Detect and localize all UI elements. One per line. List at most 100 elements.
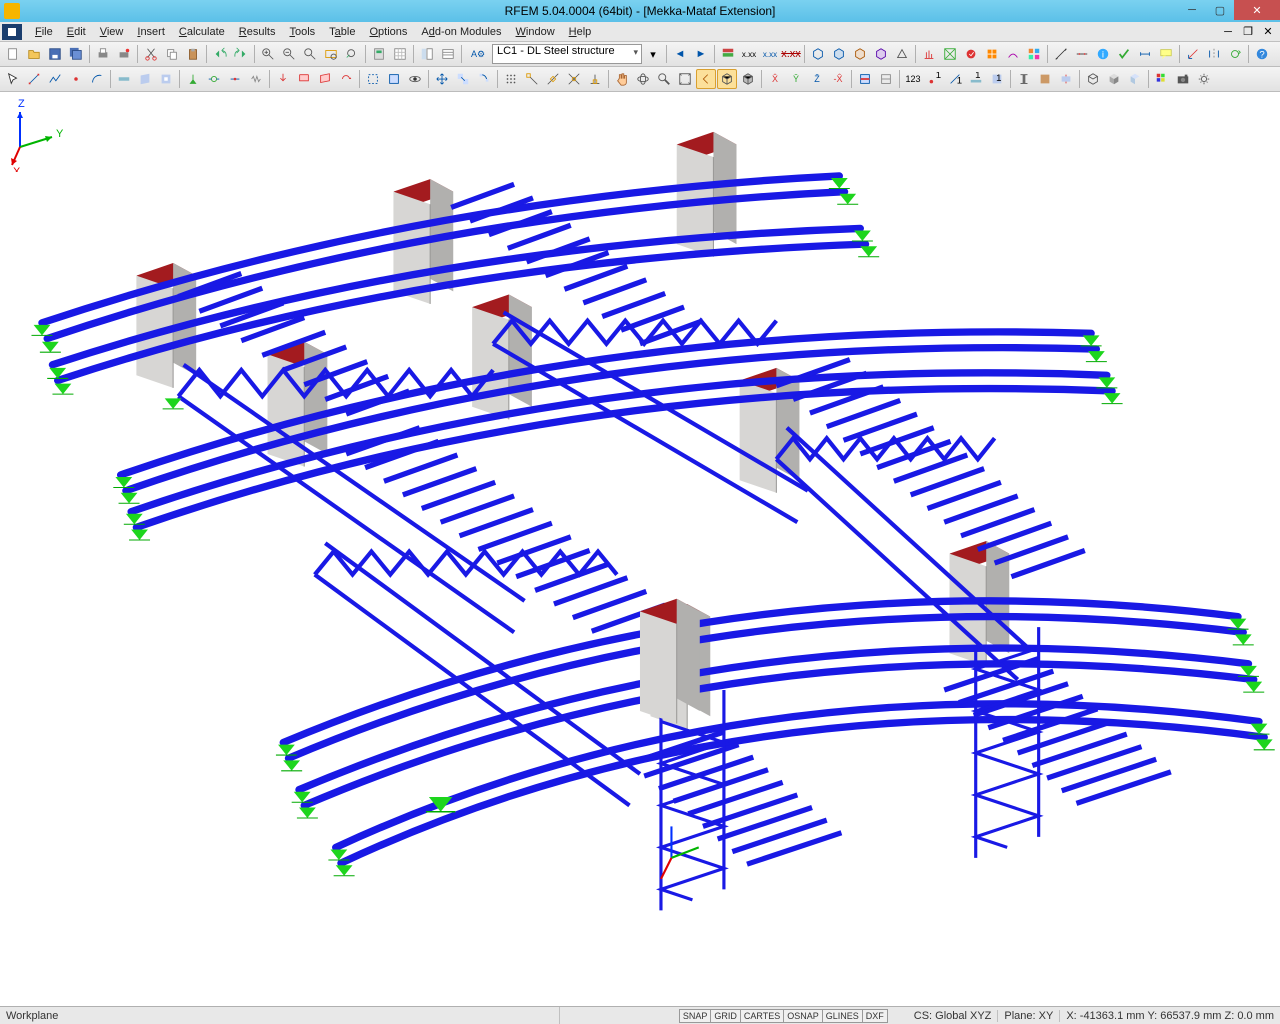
nodal-load-icon[interactable] [273, 69, 293, 89]
snap-perp-icon[interactable] [585, 69, 605, 89]
area-load-icon[interactable] [315, 69, 335, 89]
info-icon[interactable]: i [1093, 44, 1113, 64]
measure-icon[interactable] [1051, 44, 1071, 64]
zoom-realtime-icon[interactable] [654, 69, 674, 89]
copy-icon[interactable] [162, 44, 182, 64]
auto-icon[interactable]: A⚙ [465, 44, 491, 64]
prev-view-icon[interactable] [696, 69, 716, 89]
cross-section-icon[interactable] [1014, 69, 1034, 89]
ucs-z-icon[interactable]: Ẑ [807, 69, 827, 89]
toggle-dxf[interactable]: DXF [862, 1009, 888, 1023]
rotate-copy-icon[interactable] [474, 69, 494, 89]
next-loadcase-icon[interactable]: ► [691, 44, 711, 64]
comment-icon[interactable] [1156, 44, 1176, 64]
zoom-all-icon[interactable] [675, 69, 695, 89]
select-special-icon[interactable] [363, 69, 383, 89]
clip-icon[interactable] [876, 69, 896, 89]
menu-window[interactable]: Window [509, 24, 562, 40]
minimize-button[interactable]: ─ [1178, 0, 1206, 20]
release-icon[interactable] [225, 69, 245, 89]
divide-icon[interactable] [1072, 44, 1092, 64]
toggle-osnap[interactable]: OSNAP [783, 1009, 823, 1023]
menu-addon[interactable]: Add-on Modules [414, 24, 508, 40]
3d-viewport[interactable]: Z Y X [0, 92, 1280, 1006]
colors-icon[interactable] [1152, 69, 1172, 89]
mdi-minimize-button[interactable]: ─ [1218, 22, 1238, 42]
snap-end-icon[interactable] [522, 69, 542, 89]
loadcase-list-icon[interactable]: ▾ [643, 44, 663, 64]
node-icon[interactable] [66, 69, 86, 89]
member-icon[interactable] [114, 69, 134, 89]
display-props-icon[interactable] [718, 44, 738, 64]
app-logo[interactable] [2, 24, 22, 40]
menu-results[interactable]: Results [232, 24, 283, 40]
menu-edit[interactable]: Edit [60, 24, 93, 40]
support-icon[interactable] [183, 69, 203, 89]
pan-icon[interactable] [612, 69, 632, 89]
calculator-icon[interactable] [369, 44, 389, 64]
generate-icon[interactable] [919, 44, 939, 64]
show-loads-icon[interactable]: x.xx [739, 44, 759, 64]
select-rect-icon[interactable] [384, 69, 404, 89]
toggle-grid[interactable]: GRID [710, 1009, 741, 1023]
module-icon[interactable] [1024, 44, 1044, 64]
settings-icon[interactable] [1194, 69, 1214, 89]
ucs-y-icon[interactable]: Ŷ [786, 69, 806, 89]
wireframe-icon[interactable] [717, 69, 737, 89]
surface-icon[interactable] [135, 69, 155, 89]
toggle-snap[interactable]: SNAP [679, 1009, 712, 1023]
menu-insert[interactable]: Insert [130, 24, 172, 40]
redo-icon[interactable] [231, 44, 251, 64]
zoom-out-icon[interactable] [279, 44, 299, 64]
show-results-icon[interactable]: x.xx [781, 44, 801, 64]
thickness-icon[interactable] [1056, 69, 1076, 89]
menu-help[interactable]: Help [562, 24, 599, 40]
toggle-glines[interactable]: GLINES [822, 1009, 863, 1023]
view-y-icon[interactable] [850, 44, 870, 64]
view-persp-icon[interactable] [892, 44, 912, 64]
toggle-cartes[interactable]: CARTES [740, 1009, 784, 1023]
view-z-icon[interactable] [871, 44, 891, 64]
close-button[interactable]: ✕ [1234, 0, 1280, 20]
calc-all-icon[interactable] [982, 44, 1002, 64]
zoom-extents-icon[interactable] [321, 44, 341, 64]
camera-icon[interactable] [1173, 69, 1193, 89]
save-icon[interactable] [45, 44, 65, 64]
line-num-icon[interactable]: 1 [945, 69, 965, 89]
local-axes-icon[interactable] [1183, 44, 1203, 64]
section-icon[interactable] [855, 69, 875, 89]
mirror-icon[interactable] [1204, 44, 1224, 64]
arc-icon[interactable] [87, 69, 107, 89]
member-num-icon[interactable]: 1 [966, 69, 986, 89]
menu-file[interactable]: File [28, 24, 60, 40]
pointer-icon[interactable] [3, 69, 23, 89]
snap-mid-icon[interactable] [543, 69, 563, 89]
render-outline-icon[interactable] [1083, 69, 1103, 89]
model-data-icon[interactable] [390, 44, 410, 64]
menu-options[interactable]: Options [362, 24, 414, 40]
print-graphic-icon[interactable] [114, 44, 134, 64]
snap-grid-icon[interactable] [501, 69, 521, 89]
new-icon[interactable] [3, 44, 23, 64]
mdi-close-button[interactable]: ✕ [1258, 22, 1278, 42]
copy-move-icon[interactable] [453, 69, 473, 89]
maximize-button[interactable]: ▢ [1206, 0, 1234, 20]
menu-calculate[interactable]: Calculate [172, 24, 232, 40]
cut-icon[interactable] [141, 44, 161, 64]
zoom-in-icon[interactable] [258, 44, 278, 64]
paste-icon[interactable] [183, 44, 203, 64]
nums-icon[interactable]: 123 [903, 69, 923, 89]
show-values-icon[interactable]: x.xx [760, 44, 780, 64]
dim-icon[interactable] [1135, 44, 1155, 64]
zoom-window-icon[interactable] [300, 44, 320, 64]
hinge-icon[interactable] [204, 69, 224, 89]
help-icon[interactable]: ? [1252, 44, 1272, 64]
open-icon[interactable] [24, 44, 44, 64]
zoom-previous-icon[interactable] [342, 44, 362, 64]
ucs-neg-x-icon[interactable]: -X̂ [828, 69, 848, 89]
menu-tools[interactable]: Tools [282, 24, 322, 40]
line-load-icon[interactable] [294, 69, 314, 89]
material-icon[interactable] [1035, 69, 1055, 89]
calc-icon[interactable] [961, 44, 981, 64]
menu-view[interactable]: View [93, 24, 131, 40]
